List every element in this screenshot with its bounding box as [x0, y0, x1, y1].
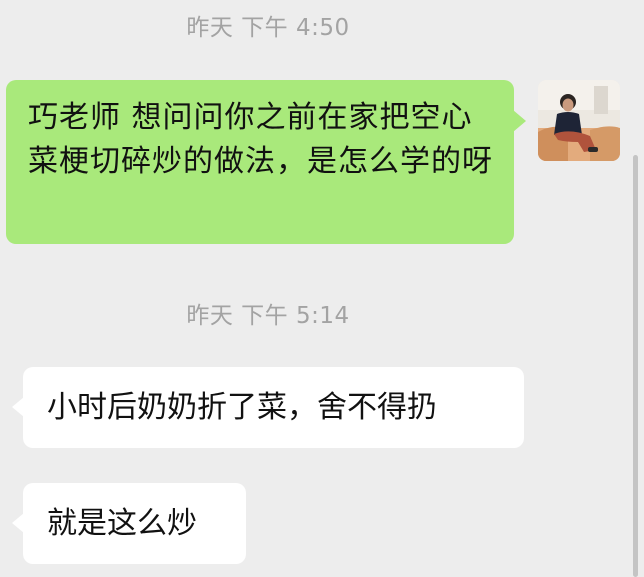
message-timestamp: 昨天 下午 5:14 — [186, 303, 350, 329]
chat-view: 昨天 下午 4:50 巧老师 想问问你之前在家把空心菜梗切碎炒的做法，是怎么学的… — [0, 0, 644, 577]
incoming-message-bubble[interactable]: 就是这么炒 — [12, 483, 246, 564]
avatar[interactable] — [538, 80, 620, 161]
message-timestamp: 昨天 下午 4:50 — [186, 15, 350, 41]
user-photo-icon — [538, 80, 620, 161]
outgoing-message-bubble[interactable]: 巧老师 想问问你之前在家把空心菜梗切碎炒的做法，是怎么学的呀 — [6, 80, 526, 244]
message-text: 巧老师 想问问你之前在家把空心菜梗切碎炒的做法，是怎么学的呀 — [28, 100, 493, 179]
message-text: 小时后奶奶折了菜，舍不得扔 — [47, 389, 437, 425]
incoming-message-bubble[interactable]: 小时后奶奶折了菜，舍不得扔 — [12, 367, 524, 448]
scrollbar[interactable] — [633, 155, 638, 577]
message-text: 就是这么炒 — [47, 505, 197, 541]
